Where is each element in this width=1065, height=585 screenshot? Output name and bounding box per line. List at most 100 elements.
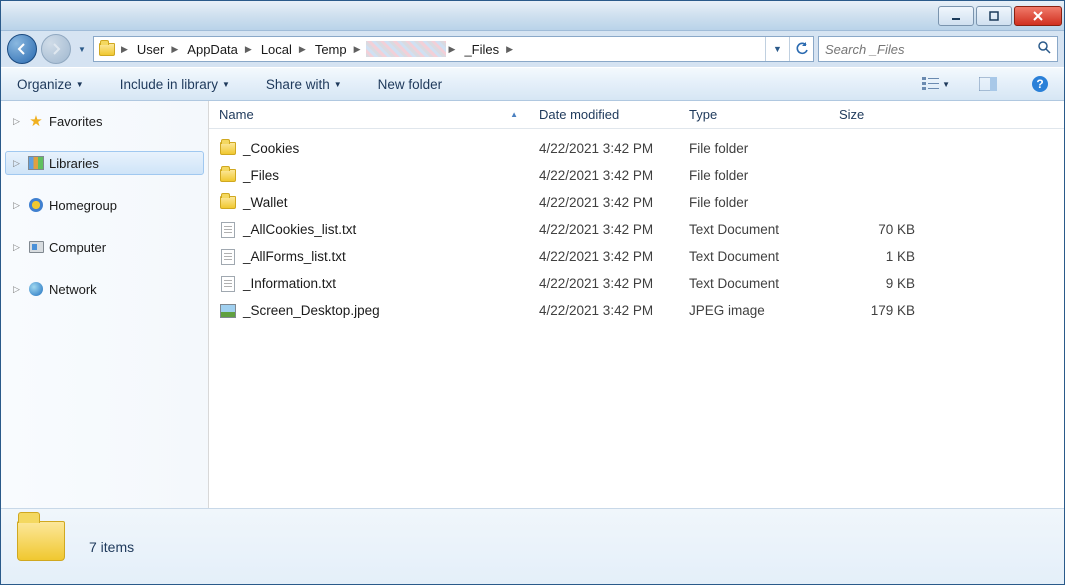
share-with-menu[interactable]: Share with ▼ xyxy=(260,73,348,96)
search-box[interactable] xyxy=(818,36,1058,62)
breadcrumb-segment[interactable]: AppData xyxy=(181,37,244,61)
titlebar xyxy=(1,1,1064,31)
file-row[interactable]: _AllCookies_list.txt 4/22/2021 3:42 PMTex… xyxy=(209,216,1064,243)
folder-icon xyxy=(17,521,69,573)
sidebar-item-homegroup[interactable]: ▷ Homegroup xyxy=(1,193,208,217)
new-folder-button[interactable]: New folder xyxy=(372,73,449,96)
txt-icon xyxy=(219,221,237,239)
column-header-size[interactable]: Size xyxy=(829,101,925,128)
expand-icon[interactable]: ▷ xyxy=(13,116,23,127)
minimize-icon xyxy=(950,10,962,22)
chevron-right-icon[interactable]: ▶ xyxy=(170,44,181,55)
arrow-left-icon xyxy=(15,42,29,56)
file-row[interactable]: _Wallet4/22/2021 3:42 PMFile folder xyxy=(209,189,1064,216)
file-type: Text Document xyxy=(679,276,829,291)
network-icon xyxy=(27,280,45,298)
folder-icon xyxy=(219,140,237,158)
breadcrumb-segment[interactable]: User xyxy=(131,37,170,61)
minimize-button[interactable] xyxy=(938,6,974,26)
address-dropdown[interactable]: ▼ xyxy=(765,37,789,61)
file-type: File folder xyxy=(679,168,829,183)
chevron-down-icon: ▼ xyxy=(222,80,230,89)
include-label: Include in library xyxy=(120,77,218,92)
homegroup-icon xyxy=(27,196,45,214)
search-icon[interactable] xyxy=(1037,40,1051,59)
organize-label: Organize xyxy=(17,77,72,92)
file-row[interactable]: _Files4/22/2021 3:42 PMFile folder xyxy=(209,162,1064,189)
sidebar-item-label: Libraries xyxy=(49,156,99,171)
close-button[interactable] xyxy=(1014,6,1062,26)
expand-icon[interactable]: ▷ xyxy=(13,242,23,253)
sidebar-item-network[interactable]: ▷ Network xyxy=(1,277,208,301)
preview-pane-button[interactable] xyxy=(974,70,1002,98)
explorer-window: ▼ ▶ User▶AppData▶Local▶Temp▶▶_Files▶ ▼ O… xyxy=(0,0,1065,585)
file-date: 4/22/2021 3:42 PM xyxy=(529,222,679,237)
expand-icon[interactable]: ▷ xyxy=(13,200,23,211)
back-button[interactable] xyxy=(7,34,37,64)
refresh-button[interactable] xyxy=(789,37,813,61)
file-row[interactable]: _AllForms_list.txt4/22/2021 3:42 PMText … xyxy=(209,243,1064,270)
breadcrumb-segment[interactable]: Local xyxy=(255,37,298,61)
navigation-pane[interactable]: ▷ ★ Favorites ▷ Libraries ▷ Homegroup xyxy=(1,101,209,508)
file-name: _Wallet xyxy=(243,195,288,210)
arrow-right-icon xyxy=(49,42,63,56)
help-icon: ? xyxy=(1031,75,1049,93)
file-pane: Name ▲ Date modified Type Size _Cookies4… xyxy=(209,101,1064,508)
chevron-right-icon[interactable]: ▶ xyxy=(298,44,309,55)
file-type: Text Document xyxy=(679,222,829,237)
chevron-right-icon[interactable]: ▶ xyxy=(505,44,516,55)
column-label: Date modified xyxy=(539,107,619,122)
command-bar: Organize ▼ Include in library ▼ Share wi… xyxy=(1,67,1064,101)
sidebar-item-favorites[interactable]: ▷ ★ Favorites xyxy=(1,109,208,133)
maximize-button[interactable] xyxy=(976,6,1012,26)
search-input[interactable] xyxy=(825,42,1037,57)
column-header-name[interactable]: Name ▲ xyxy=(209,101,529,128)
history-dropdown[interactable]: ▼ xyxy=(75,35,89,63)
chevron-right-icon[interactable]: ▶ xyxy=(353,44,364,55)
breadcrumb-segment[interactable]: Temp xyxy=(309,37,353,61)
organize-menu[interactable]: Organize ▼ xyxy=(11,73,90,96)
file-date: 4/22/2021 3:42 PM xyxy=(529,168,679,183)
txt-icon xyxy=(219,248,237,266)
img-icon xyxy=(219,302,237,320)
sidebar-item-computer[interactable]: ▷ Computer xyxy=(1,235,208,259)
chevron-down-icon: ▼ xyxy=(773,44,782,54)
file-row[interactable]: _Information.txt4/22/2021 3:42 PMText Do… xyxy=(209,270,1064,297)
file-name: _AllCookies_list.txt xyxy=(243,222,356,237)
sort-ascending-icon: ▲ xyxy=(510,110,518,119)
new-folder-label: New folder xyxy=(378,77,443,92)
chevron-right-icon[interactable]: ▶ xyxy=(120,44,131,55)
breadcrumb-segment[interactable]: _Files xyxy=(458,37,505,61)
file-type: File folder xyxy=(679,195,829,210)
refresh-icon xyxy=(795,42,809,56)
chevron-right-icon[interactable]: ▶ xyxy=(448,44,459,55)
chevron-down-icon: ▼ xyxy=(942,80,950,89)
maximize-icon xyxy=(988,10,1000,22)
pane-icon xyxy=(979,77,997,91)
computer-icon xyxy=(27,238,45,256)
help-button[interactable]: ? xyxy=(1026,70,1054,98)
file-name: _Information.txt xyxy=(243,276,336,291)
expand-icon[interactable]: ▷ xyxy=(13,284,23,295)
view-icon xyxy=(922,76,939,92)
file-name: _Screen_Desktop.jpeg xyxy=(243,303,380,318)
address-bar[interactable]: ▶ User▶AppData▶Local▶Temp▶▶_Files▶ ▼ xyxy=(93,36,814,62)
chevron-right-icon[interactable]: ▶ xyxy=(244,44,255,55)
include-in-library-menu[interactable]: Include in library ▼ xyxy=(114,73,236,96)
share-label: Share with xyxy=(266,77,330,92)
file-type: Text Document xyxy=(679,249,829,264)
file-size: 179 KB xyxy=(829,303,925,318)
file-row[interactable]: _Cookies4/22/2021 3:42 PMFile folder xyxy=(209,135,1064,162)
sidebar-item-label: Favorites xyxy=(49,114,102,129)
file-list[interactable]: _Cookies4/22/2021 3:42 PMFile folder_Fil… xyxy=(209,129,1064,508)
file-row[interactable]: _Screen_Desktop.jpeg4/22/2021 3:42 PMJPE… xyxy=(209,297,1064,324)
expand-icon[interactable]: ▷ xyxy=(13,158,23,169)
sidebar-item-libraries[interactable]: ▷ Libraries xyxy=(5,151,204,175)
column-header-type[interactable]: Type xyxy=(679,101,829,128)
folder-icon xyxy=(219,194,237,212)
view-options-button[interactable]: ▼ xyxy=(922,70,950,98)
file-date: 4/22/2021 3:42 PM xyxy=(529,249,679,264)
svg-text:?: ? xyxy=(1036,77,1043,91)
forward-button[interactable] xyxy=(41,34,71,64)
column-header-date[interactable]: Date modified xyxy=(529,101,679,128)
